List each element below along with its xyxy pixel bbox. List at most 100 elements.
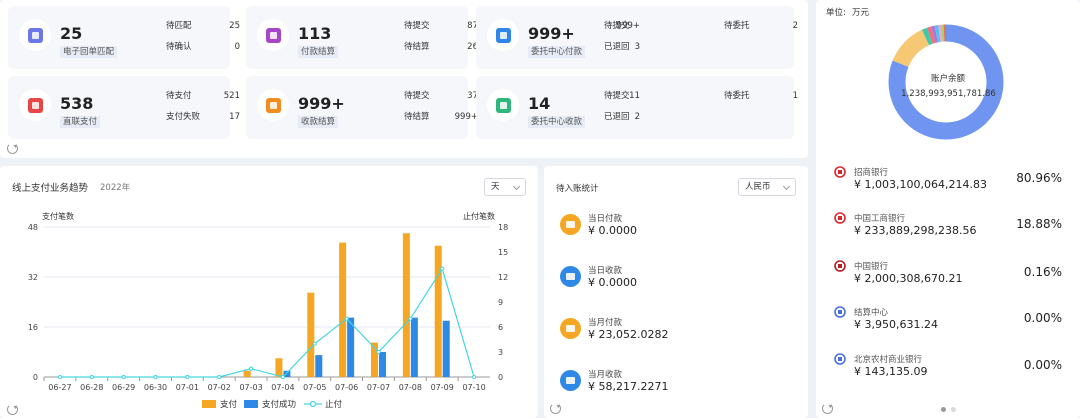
x-tick-label: 07-03 — [239, 383, 262, 392]
document-icon — [487, 89, 519, 121]
refresh-icon[interactable] — [550, 403, 561, 414]
stop-pay-point — [153, 374, 158, 380]
bank-row[interactable]: 结算中心 ¥ 3,950,631.24 0.00% — [834, 306, 1070, 340]
card-stat-value[interactable]: 0 — [190, 41, 240, 53]
summary-card[interactable]: 999+ 收款结算 待提交 37 待结算 999+ — [246, 76, 478, 139]
pending-item: 当月收款 ¥ 58,217.2271 — [560, 368, 780, 404]
legend-swatch — [244, 400, 258, 408]
card-stat-value[interactable]: 2 — [590, 111, 640, 123]
pending-item-label: 当月收款 — [588, 370, 623, 380]
payment-in-icon — [560, 370, 581, 391]
stop-pay-point — [471, 374, 477, 380]
stop-pay-point — [217, 374, 222, 380]
bank-name: 招商银行 — [854, 168, 889, 178]
currency-select-value: 人民币 — [745, 182, 771, 192]
card-stat-value[interactable]: 26 — [428, 41, 478, 53]
bank-row[interactable]: 北京农村商业银行 ¥ 143,135.09 0.00% — [834, 353, 1070, 387]
donut-center-label: 账户余额 — [930, 74, 965, 84]
carousel-dot-active[interactable] — [941, 407, 946, 412]
refresh-icon[interactable] — [822, 403, 833, 414]
bar-pay-success — [410, 317, 418, 377]
bank-share: 80.96% — [1016, 171, 1062, 185]
carousel-dot[interactable] — [951, 407, 956, 412]
x-tick-label: 06-28 — [80, 383, 103, 392]
card-category: 电子回单匹配 — [60, 46, 118, 58]
legend-stop-pay[interactable]: 止付 — [304, 398, 342, 410]
collect-icon — [257, 89, 289, 121]
x-tick-label: 07-02 — [208, 383, 231, 392]
legend-pay[interactable]: 支付 — [202, 398, 237, 410]
card-stat-label: 待提交 — [404, 91, 430, 101]
x-tick-label: 07-05 — [303, 383, 326, 392]
x-tick-label: 07-01 — [176, 383, 199, 392]
y-right-axis-title: 止付笔数 — [463, 211, 495, 221]
summary-card[interactable]: 14 委托中心收款 待提交 11 已退回 2 待委托 1 — [476, 76, 798, 139]
pending-entry-panel: 待入账统计 人民币 当日付款 ¥ 0.0000 当日收款 ¥ 0.0000 当月… — [544, 166, 808, 418]
y-left-axis-title: 支付笔数 — [42, 211, 74, 221]
stop-pay-point — [440, 266, 445, 271]
bank-name: 结算中心 — [854, 308, 889, 318]
card-stat-label: 待匹配 — [166, 21, 192, 31]
card-count: 14 — [528, 94, 551, 113]
cmb-bank-icon — [834, 166, 846, 178]
bank-name: 北京农村商业银行 — [854, 355, 923, 365]
stop-pay-point — [185, 374, 190, 380]
card-stat-value[interactable]: 1 — [748, 90, 798, 102]
summary-card[interactable]: 25 电子回单匹配 待匹配 25 待确认 0 — [8, 6, 240, 69]
bank-share: 0.00% — [1023, 311, 1062, 325]
bank-amount: ¥ 3,950,631.24 — [854, 318, 938, 331]
x-tick-label: 07-10 — [462, 383, 485, 392]
card-stat-value[interactable]: 11 — [590, 90, 640, 102]
card-stat-value[interactable]: 37 — [428, 90, 478, 102]
bank-row[interactable]: 招商银行 ¥ 1,003,100,064,214.83 80.96% — [834, 166, 1070, 200]
pending-item-value: ¥ 0.0000 — [588, 276, 637, 289]
pending-item: 当月付款 ¥ 23,052.0282 — [560, 316, 780, 352]
payment-out-icon — [560, 214, 581, 235]
card-stat-label: 待提交 — [404, 21, 430, 31]
card-stat-value[interactable]: 999+ — [590, 20, 640, 32]
y-right-tick-label: 15 — [498, 248, 508, 257]
y-right-tick-label: 9 — [498, 298, 503, 307]
stop-pay-point — [248, 366, 254, 371]
stop-pay-point — [280, 374, 286, 380]
card-count: 538 — [60, 94, 94, 113]
card-stat-label: 待结算 — [404, 112, 430, 122]
card-stat-value[interactable]: 521 — [190, 90, 240, 102]
y-right-tick-label: 3 — [498, 348, 503, 357]
card-stat-value[interactable]: 999+ — [428, 111, 478, 123]
card-stat-label: 待委托 — [724, 21, 750, 31]
bank-row[interactable]: 中国工商银行 ¥ 233,889,298,238.56 18.88% — [834, 212, 1070, 246]
pending-title: 待入账统计 — [556, 184, 599, 194]
legend-pay-success[interactable]: 支付成功 — [244, 398, 296, 410]
summary-card[interactable]: 538 直联支付 待支付 521 支付失败 17 — [8, 76, 240, 139]
card-category: 直联支付 — [60, 116, 101, 128]
card-category: 委托中心付款 — [528, 46, 586, 58]
card-stat-value[interactable]: 25 — [190, 20, 240, 32]
icbc-bank-icon — [834, 212, 846, 224]
summary-card[interactable]: 113 付款结算 待提交 87 待结算 26 — [246, 6, 478, 69]
account-balance-panel: 单位: 万元 账户余额 1,238,993,951,781.86 招商银行 ¥ 1… — [816, 0, 1080, 418]
y-left-tick-label: 0 — [33, 373, 38, 382]
currency-select[interactable]: 人民币 — [738, 178, 796, 196]
bank-row[interactable]: 中国银行 ¥ 2,000,308,670.21 0.16% — [834, 260, 1070, 294]
stop-pay-point — [408, 316, 413, 321]
summary-card[interactable]: 999+ 委托中心付款 待提交 999+ 已退回 3 待委托 2 — [476, 6, 798, 69]
bar-pay — [339, 242, 347, 377]
card-count: 999+ — [298, 94, 345, 113]
y-left-tick-label: 32 — [28, 273, 38, 282]
settlement-center-icon — [834, 306, 846, 318]
card-stat-value[interactable]: 87 — [428, 20, 478, 32]
refresh-icon[interactable] — [7, 143, 18, 154]
y-left-tick-label: 16 — [28, 323, 38, 332]
y-right-tick-label: 18 — [498, 223, 508, 232]
refresh-icon[interactable] — [7, 404, 18, 415]
card-stat-value[interactable]: 2 — [748, 20, 798, 32]
trend-chart: 0 16 32 48 0 3 6 9 12 15 18 支付笔数 止付笔数 06-27 06-28 06-29… — [28, 211, 508, 392]
bank-share: 0.00% — [1023, 358, 1062, 372]
card-category: 收款结算 — [298, 116, 339, 128]
x-tick-label: 06-27 — [48, 383, 71, 392]
pending-item-value: ¥ 23,052.0282 — [588, 328, 669, 341]
card-stat-value[interactable]: 17 — [190, 111, 240, 123]
card-stat-value[interactable]: 3 — [590, 41, 640, 53]
unit-label: 单位: — [826, 8, 846, 18]
